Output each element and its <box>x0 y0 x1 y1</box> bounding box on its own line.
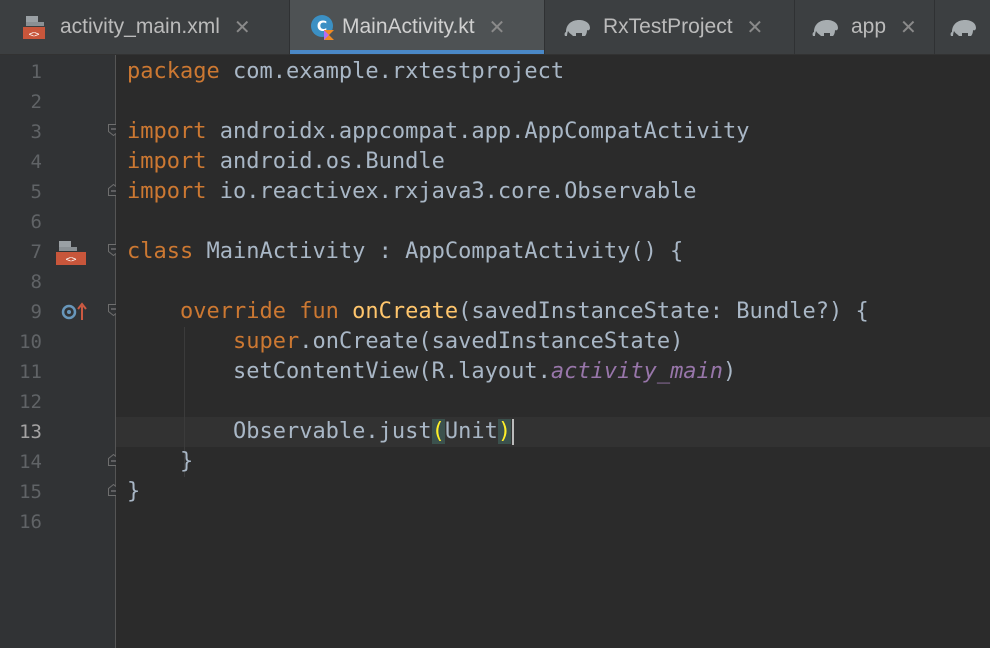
code-line-5[interactable]: import io.reactivex.rxjava3.core.Observa… <box>127 177 697 207</box>
code-text: io.reactivex.rxjava3.core.Observable <box>206 179 697 204</box>
android-activity-layout-icon[interactable]: <> <box>55 238 87 272</box>
tab-label: activity_main.xml <box>60 15 220 38</box>
line-number: 7 <box>30 241 42 263</box>
property-reference: activity_main <box>550 359 724 384</box>
tab-mainactivity-kt[interactable]: C MainActivity.kt ✕ <box>290 0 545 54</box>
tab-overflow-partial[interactable] <box>935 0 990 54</box>
kotlin-file-icon: C <box>308 12 338 42</box>
tab-label: MainActivity.kt <box>342 15 475 38</box>
line-number: 10 <box>19 331 42 353</box>
gradle-elephant-icon <box>563 12 593 42</box>
editor-gutter[interactable]: 1 2 3 4 5 6 7 8 9 10 11 12 13 14 15 16 <… <box>0 55 119 648</box>
keyword: package <box>127 59 220 84</box>
line-number: 8 <box>30 271 42 293</box>
code-line-13[interactable]: Observable.just(Unit) <box>127 417 515 447</box>
function-name: onCreate <box>352 299 459 324</box>
override-method-icon[interactable] <box>60 300 88 328</box>
close-icon[interactable]: ✕ <box>489 15 506 40</box>
line-number: 4 <box>30 151 42 173</box>
close-icon[interactable]: ✕ <box>747 15 764 40</box>
keyword: super <box>232 329 300 354</box>
gradle-elephant-icon <box>811 12 841 42</box>
code-text: MainActivity : AppCompatActivity() { <box>193 239 684 264</box>
code-text: .onCreate(savedInstanceState) <box>299 329 684 354</box>
code-line-10[interactable]: super.onCreate(savedInstanceState) <box>127 327 683 357</box>
line-number: 11 <box>19 361 42 383</box>
line-number: 9 <box>30 301 42 323</box>
line-number: 16 <box>19 511 42 533</box>
code-line-15[interactable]: } <box>127 477 140 507</box>
code-line-14[interactable]: } <box>127 447 193 477</box>
layout-xml-icon: <> <box>20 12 50 42</box>
line-number-current: 13 <box>19 421 42 443</box>
code-text: ) <box>723 359 737 384</box>
tab-app[interactable]: app ✕ <box>795 0 935 54</box>
code-line-11[interactable]: setContentView(R.layout.activity_main) <box>127 357 736 387</box>
text-caret <box>512 419 515 445</box>
line-number: 5 <box>30 181 42 203</box>
code-line-7[interactable]: class MainActivity : AppCompatActivity()… <box>127 237 683 267</box>
line-number: 1 <box>30 61 42 83</box>
line-number: 15 <box>19 481 42 503</box>
code-line-4[interactable]: import android.os.Bundle <box>127 147 445 177</box>
line-number: 6 <box>30 211 42 233</box>
code-text: com.example.rxtestproject <box>219 59 565 84</box>
code-text: } <box>127 449 194 474</box>
tab-label: RxTestProject <box>603 15 733 38</box>
tab-rxtestproject[interactable]: RxTestProject ✕ <box>545 0 795 54</box>
keyword: import <box>127 179 207 204</box>
keyword: class <box>127 239 194 264</box>
svg-text:<>: <> <box>66 255 77 265</box>
line-number: 3 <box>30 121 42 143</box>
close-icon[interactable]: ✕ <box>900 15 917 40</box>
tab-activity-main-xml[interactable]: <> activity_main.xml ✕ <box>0 0 290 54</box>
code-text: androidx.appcompat.app.AppCompatActivity <box>206 119 750 144</box>
code-text: setContentView(R.layout. <box>232 359 551 384</box>
code-text: } <box>127 479 141 504</box>
matched-paren-close: ) <box>497 419 512 444</box>
line-number: 14 <box>19 451 42 473</box>
keyword: import <box>127 119 207 144</box>
code-editor[interactable]: package com.example.rxtestproject import… <box>116 55 990 648</box>
code-text: android.os.Bundle <box>206 149 445 174</box>
code-text: Observable.just <box>232 419 432 444</box>
tab-label: app <box>851 15 887 38</box>
editor-tab-bar: <> activity_main.xml ✕ C MainActivity.kt… <box>0 0 990 55</box>
code-line-9[interactable]: override fun onCreate(savedInstanceState… <box>127 297 869 327</box>
code-line-3[interactable]: import androidx.appcompat.app.AppCompatA… <box>127 117 750 147</box>
keyword: import <box>127 149 207 174</box>
gradle-elephant-icon <box>949 12 979 42</box>
keyword: override fun <box>179 299 353 324</box>
svg-text:<>: <> <box>29 30 40 40</box>
code-line-1[interactable]: package com.example.rxtestproject <box>127 57 564 87</box>
close-icon[interactable]: ✕ <box>234 15 251 40</box>
line-number: 12 <box>19 391 42 413</box>
code-text: (savedInstanceState: Bundle?) { <box>458 299 869 324</box>
line-number: 2 <box>30 91 42 113</box>
matched-paren-open: ( <box>431 419 445 444</box>
code-text: Unit <box>444 419 498 444</box>
